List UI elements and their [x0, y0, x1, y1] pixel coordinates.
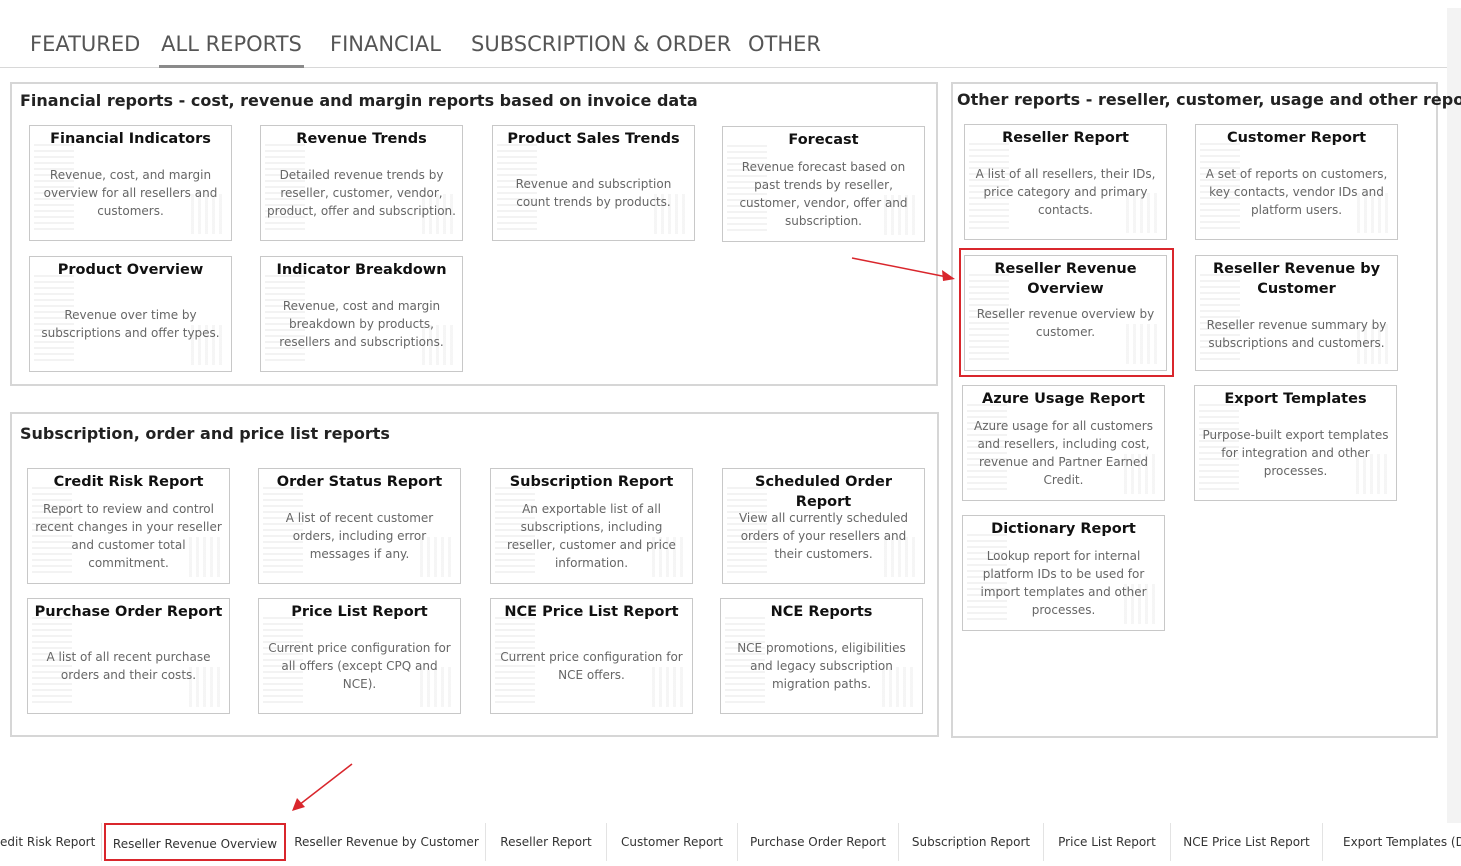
section-title: Other reports - reseller, customer, usag…: [957, 90, 1461, 109]
card-title: Reseller Revenue Overview: [994, 261, 1137, 297]
card-product-sales-trends[interactable]: Product Sales Trends Revenue and subscri…: [492, 125, 695, 241]
bottom-tab-price-list-report[interactable]: Price List Report: [1044, 823, 1171, 861]
card-title: Price List Report: [291, 604, 428, 620]
card-title: Export Templates: [1224, 391, 1367, 407]
card-title: NCE Price List Report: [504, 604, 679, 620]
card-export-templates[interactable]: Export Templates Purpose-built export te…: [1194, 385, 1397, 501]
card-subscription-report[interactable]: Subscription Report An exportable list o…: [490, 468, 693, 584]
card-credit-risk-report[interactable]: Credit Risk Report Report to review and …: [27, 468, 230, 584]
bottom-tab-nce-price-list-report[interactable]: NCE Price List Report: [1171, 823, 1323, 861]
card-title: Purchase Order Report: [34, 604, 223, 620]
card-indicator-breakdown[interactable]: Indicator Breakdown Revenue, cost and ma…: [260, 256, 463, 372]
card-description: Detailed revenue trends by reseller, cus…: [267, 168, 456, 218]
card-azure-usage-report[interactable]: Azure Usage Report Azure usage for all c…: [962, 385, 1165, 501]
bottom-tab-customer-report[interactable]: Customer Report: [607, 823, 738, 861]
section-title: Financial reports - cost, revenue and ma…: [20, 91, 698, 110]
bottom-report-tabs: edit Risk Report Reseller Revenue Overvi…: [0, 823, 1461, 866]
card-title: Reseller Revenue by Customer: [1212, 261, 1381, 297]
card-title: Dictionary Report: [991, 521, 1136, 537]
bottom-tab-credit-risk-report[interactable]: edit Risk Report: [0, 823, 102, 861]
card-title: Forecast: [788, 132, 859, 148]
tab-financial[interactable]: FINANCIAL: [330, 32, 441, 68]
card-description: A list of recent customer orders, includ…: [285, 511, 434, 561]
card-title: Revenue Trends: [296, 131, 427, 147]
card-title: Credit Risk Report: [53, 474, 204, 490]
card-title: Product Overview: [57, 262, 204, 278]
tab-other[interactable]: OTHER: [748, 32, 821, 68]
annotation-arrow-icon: [851, 257, 955, 281]
card-description: Lookup report for internal platform IDs …: [980, 549, 1147, 617]
card-description: Current price configuration for all offe…: [268, 641, 451, 691]
card-description: Revenue and subscription count trends by…: [515, 177, 672, 209]
card-price-list-report[interactable]: Price List Report Current price configur…: [258, 598, 461, 714]
card-scheduled-order-report[interactable]: Scheduled Order Report View all currentl…: [722, 468, 925, 584]
bottom-tab-subscription-report[interactable]: Subscription Report: [899, 823, 1044, 861]
card-product-overview[interactable]: Product Overview Revenue over time by su…: [29, 256, 232, 372]
bottom-tab-reseller-report[interactable]: Reseller Report: [486, 823, 607, 861]
card-description: Revenue, cost, and margin overview for a…: [43, 168, 218, 218]
card-description: A list of all resellers, their IDs, pric…: [975, 167, 1156, 217]
card-title: Scheduled Order Report: [755, 474, 892, 510]
card-description: A list of all recent purchase orders and…: [46, 650, 211, 682]
card-revenue-trends[interactable]: Revenue Trends Detailed revenue trends b…: [260, 125, 463, 241]
card-description: Revenue forecast based on past trends by…: [739, 160, 908, 228]
card-title: Indicator Breakdown: [276, 262, 447, 278]
card-dictionary-report[interactable]: Dictionary Report Lookup report for inte…: [962, 515, 1165, 631]
card-description: Revenue, cost and margin breakdown by pr…: [279, 299, 444, 349]
card-title: Product Sales Trends: [507, 131, 680, 147]
card-title: Financial Indicators: [50, 131, 211, 147]
card-financial-indicators[interactable]: Financial Indicators Revenue, cost, and …: [29, 125, 232, 241]
card-order-status-report[interactable]: Order Status Report A list of recent cus…: [258, 468, 461, 584]
card-nce-reports[interactable]: NCE Reports NCE promotions, eligibilitie…: [720, 598, 923, 714]
card-title: Reseller Report: [1002, 130, 1129, 146]
card-title: Azure Usage Report: [982, 391, 1145, 407]
card-description: Purpose-built export templates for integ…: [1202, 428, 1389, 478]
annotation-arrow-icon: [292, 763, 353, 811]
card-reseller-revenue-by-customer[interactable]: Reseller Revenue by Customer Reseller re…: [1195, 255, 1398, 371]
card-title: Customer Report: [1226, 130, 1367, 146]
card-customer-report[interactable]: Customer Report A set of reports on cust…: [1195, 124, 1398, 240]
card-description: Current price configuration for NCE offe…: [500, 650, 683, 682]
scroll-gutter: [1447, 8, 1461, 823]
card-description: An exportable list of all subscriptions,…: [507, 502, 676, 570]
bottom-tab-reseller-revenue-overview[interactable]: Reseller Revenue Overview: [104, 823, 286, 861]
tab-all-reports[interactable]: ALL REPORTS: [159, 32, 304, 68]
tab-featured[interactable]: FEATURED: [30, 32, 140, 68]
tab-subscription-order[interactable]: SUBSCRIPTION & ORDER: [471, 32, 731, 68]
card-description: Reseller revenue overview by customer.: [976, 307, 1155, 339]
card-description: View all currently scheduled orders of y…: [738, 511, 909, 561]
card-forecast[interactable]: Forecast Revenue forecast based on past …: [722, 126, 925, 242]
card-description: Revenue over time by subscriptions and o…: [41, 308, 220, 340]
card-nce-price-list-report[interactable]: NCE Price List Report Current price conf…: [490, 598, 693, 714]
card-title: Order Status Report: [276, 474, 443, 490]
card-reseller-report[interactable]: Reseller Report A list of all resellers,…: [964, 124, 1167, 240]
bottom-tab-reseller-revenue-by-customer[interactable]: Reseller Revenue by Customer: [288, 823, 486, 861]
card-title: Subscription Report: [509, 474, 674, 490]
card-description: NCE promotions, eligibilities and legacy…: [737, 641, 906, 691]
section-title: Subscription, order and price list repor…: [20, 424, 390, 443]
card-purchase-order-report[interactable]: Purchase Order Report A list of all rece…: [27, 598, 230, 714]
bottom-tab-export-templates[interactable]: Export Templates (Dist: [1323, 823, 1461, 861]
card-description: A set of reports on customers, key conta…: [1205, 167, 1388, 217]
bottom-tab-purchase-order-report[interactable]: Purchase Order Report: [738, 823, 899, 861]
card-description: Report to review and control recent chan…: [35, 502, 222, 570]
card-title: NCE Reports: [770, 604, 873, 620]
card-description: Reseller revenue summary by subscription…: [1206, 318, 1387, 350]
report-tabs: FEATURED ALL REPORTS FINANCIAL SUBSCRIPT…: [0, 0, 1447, 68]
card-description: Azure usage for all customers and resell…: [974, 419, 1153, 487]
